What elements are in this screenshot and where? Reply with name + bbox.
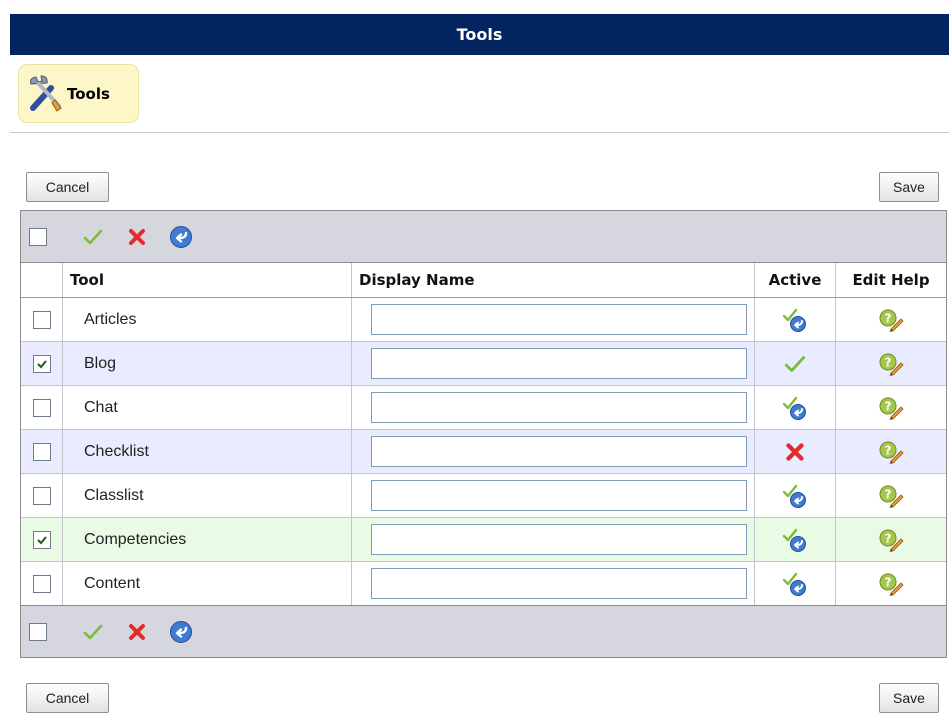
display-name-input[interactable] bbox=[371, 348, 747, 379]
header-checkbox-cell bbox=[21, 263, 63, 297]
cancel-button-top[interactable]: Cancel bbox=[26, 172, 109, 202]
edit-help-icon[interactable] bbox=[878, 439, 904, 465]
tool-name: Checklist bbox=[63, 430, 352, 473]
table-row: Blog bbox=[21, 342, 946, 386]
table-row: Content bbox=[21, 562, 946, 605]
display-name-input[interactable] bbox=[371, 568, 747, 599]
default-status-icon[interactable] bbox=[782, 527, 808, 553]
tool-name: Content bbox=[63, 562, 352, 605]
select-all-checkbox-bottom[interactable] bbox=[29, 622, 47, 641]
display-name-input[interactable] bbox=[371, 480, 747, 511]
default-status-icon[interactable] bbox=[782, 307, 808, 333]
table-row: Checklist bbox=[21, 430, 946, 474]
display-name-input[interactable] bbox=[371, 436, 747, 467]
page-title: Tools bbox=[456, 25, 503, 44]
select-all-checkbox[interactable] bbox=[29, 227, 47, 246]
edit-help-icon[interactable] bbox=[878, 527, 904, 553]
table-toolbar-top bbox=[21, 211, 946, 263]
active-check-icon[interactable] bbox=[782, 351, 808, 377]
edit-help-icon[interactable] bbox=[878, 571, 904, 597]
default-status-icon[interactable] bbox=[782, 395, 808, 421]
table-row: Chat bbox=[21, 386, 946, 430]
column-header-tool: Tool bbox=[63, 263, 352, 297]
edit-help-icon[interactable] bbox=[878, 307, 904, 333]
display-name-input[interactable] bbox=[371, 524, 747, 555]
row-checkbox[interactable] bbox=[32, 310, 51, 329]
restore-default-icon[interactable] bbox=[169, 225, 193, 249]
display-name-input[interactable] bbox=[371, 392, 747, 423]
cancel-button-bottom[interactable]: Cancel bbox=[26, 683, 109, 713]
table-body: Articles Blog Chat Checklist Classlist C… bbox=[21, 298, 946, 605]
row-checkbox[interactable] bbox=[32, 486, 51, 505]
edit-help-icon[interactable] bbox=[878, 351, 904, 377]
tools-badge-label: Tools bbox=[67, 84, 110, 103]
column-header-display-name: Display Name bbox=[352, 263, 755, 297]
activate-icon[interactable] bbox=[81, 620, 105, 644]
row-checkbox[interactable] bbox=[32, 354, 51, 373]
tool-name: Chat bbox=[63, 386, 352, 429]
edit-help-icon[interactable] bbox=[878, 395, 904, 421]
row-checkbox[interactable] bbox=[32, 530, 51, 549]
header-divider bbox=[10, 132, 949, 133]
display-name-input[interactable] bbox=[371, 304, 747, 335]
table-row: Articles bbox=[21, 298, 946, 342]
save-button-top[interactable]: Save bbox=[879, 172, 939, 202]
default-status-icon[interactable] bbox=[782, 483, 808, 509]
activate-icon[interactable] bbox=[81, 225, 105, 249]
checkmark-icon bbox=[36, 535, 47, 544]
save-button-bottom[interactable]: Save bbox=[879, 683, 939, 713]
row-checkbox[interactable] bbox=[32, 574, 51, 593]
checkmark-icon bbox=[36, 359, 47, 368]
row-checkbox[interactable] bbox=[32, 398, 51, 417]
deactivate-icon[interactable] bbox=[125, 620, 149, 644]
deactivate-icon[interactable] bbox=[125, 225, 149, 249]
tool-name: Competencies bbox=[63, 518, 352, 561]
table-row: Competencies bbox=[21, 518, 946, 562]
default-status-icon[interactable] bbox=[782, 571, 808, 597]
table-toolbar-bottom bbox=[21, 605, 946, 657]
tool-name: Articles bbox=[63, 298, 352, 341]
table-row: Classlist bbox=[21, 474, 946, 518]
table-header-row: Tool Display Name Active Edit Help bbox=[21, 263, 946, 298]
tools-badge: Tools bbox=[18, 64, 139, 123]
restore-default-icon[interactable] bbox=[169, 620, 193, 644]
column-header-active: Active bbox=[755, 263, 836, 297]
tools-table: Tool Display Name Active Edit Help Artic… bbox=[20, 210, 947, 658]
inactive-x-icon[interactable] bbox=[782, 439, 808, 465]
page-title-bar: Tools bbox=[10, 14, 949, 55]
tool-name: Classlist bbox=[63, 474, 352, 517]
column-header-edit-help: Edit Help bbox=[852, 271, 930, 289]
tool-name: Blog bbox=[63, 342, 352, 385]
tools-icon bbox=[30, 74, 62, 112]
row-checkbox[interactable] bbox=[32, 442, 51, 461]
edit-help-icon[interactable] bbox=[878, 483, 904, 509]
